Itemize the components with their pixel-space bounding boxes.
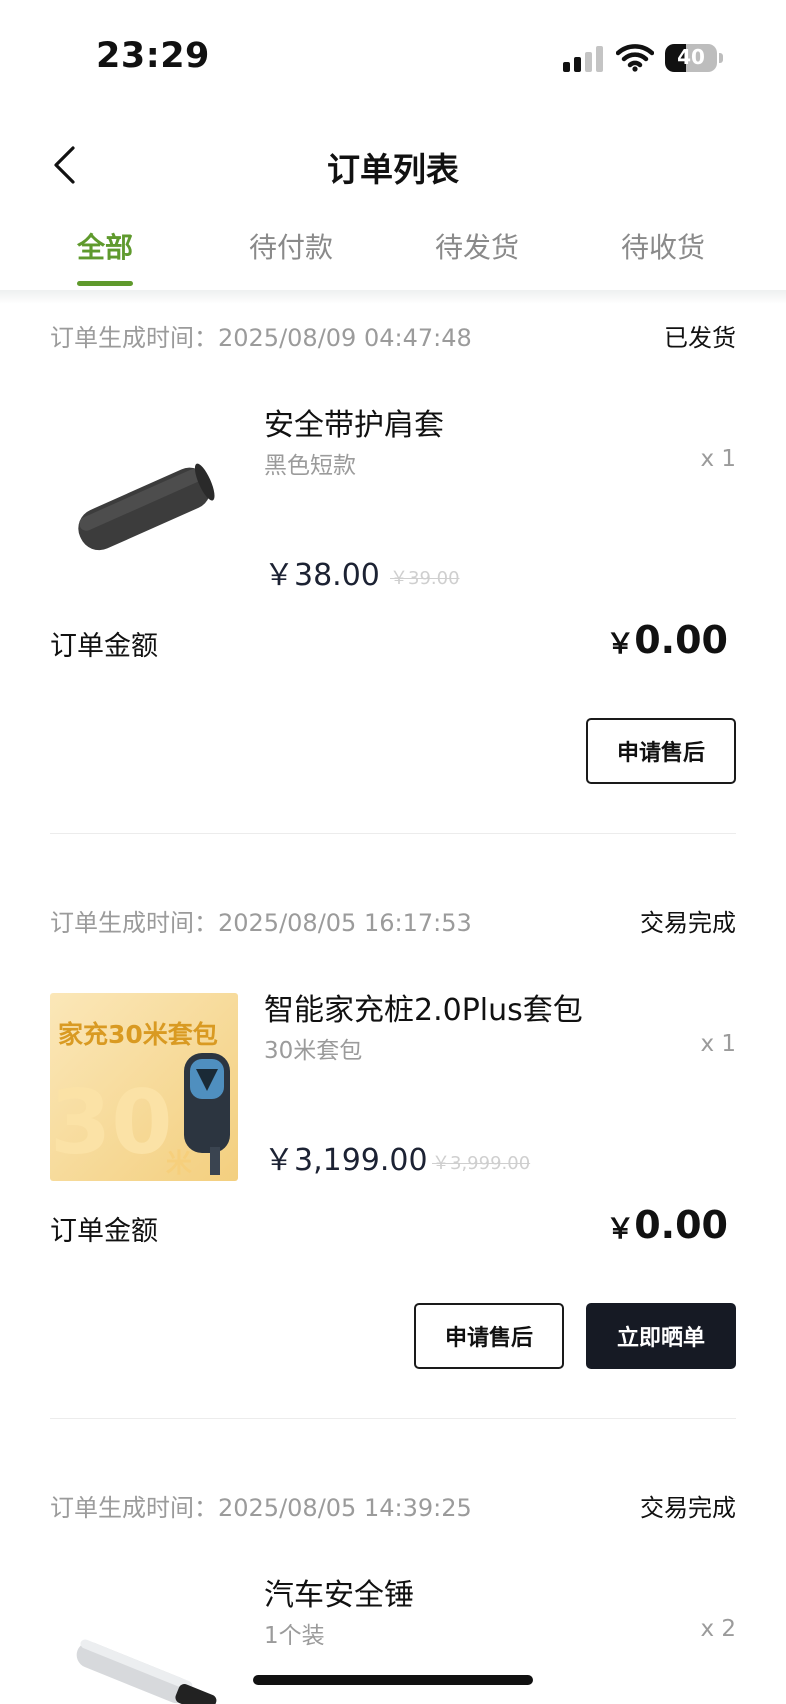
product-name: 安全带护肩套 [264,408,444,443]
order-divider [50,1418,736,1419]
home-indicator [253,1675,533,1685]
signal-icon [563,46,605,72]
image-banner-text: 家充30米套包 [58,1020,218,1049]
amount-value: ￥0.00 [606,1203,728,1247]
amount-value: ￥0.00 [606,618,728,662]
order-amount-row: 订单金额 ￥0.00 [50,1203,736,1263]
product-quantity: x 1 [700,446,736,472]
amount-label: 订单金额 [50,631,158,662]
battery-icon: 40 [665,44,717,72]
order-card: 订单生成时间：2025/08/05 14:39:25 交易完成 汽车安全锤 1个… [50,1488,736,1704]
page-title: 订单列表 [327,150,459,189]
order-amount-row: 订单金额 ￥0.00 [50,618,736,678]
amount-label: 订单金额 [50,1216,158,1247]
product-quantity: x 2 [700,1616,736,1642]
status-bar: 23:29 40 [0,0,786,110]
charger-icon [184,1053,230,1175]
product-image [50,408,238,596]
order-header: 订单生成时间：2025/08/05 16:17:53 交易完成 [50,903,736,943]
order-divider [50,833,736,834]
wifi-icon [615,42,655,72]
battery-cap [719,53,723,63]
amount-number: 0.00 [634,618,728,662]
order-status: 交易完成 [640,1494,736,1522]
order-time: 订单生成时间：2025/08/09 04:47:48 [50,324,472,352]
amount-currency: ￥ [606,627,635,660]
tab-pending-payment[interactable]: 待付款 [221,226,361,266]
product-name: 汽车安全锤 [264,1578,414,1613]
order-status: 交易完成 [640,909,736,937]
order-card: 订单生成时间：2025/08/09 04:47:48 已发货 安全带护肩套 黑色… [50,318,736,786]
share-review-button[interactable]: 立即晒单 [586,1303,736,1369]
tab-indicator [77,281,133,286]
tab-all[interactable]: 全部 [35,226,175,266]
amount-number: 0.00 [634,1203,728,1247]
order-status: 已发货 [664,324,736,352]
product-spec: 黑色短款 [264,453,356,479]
order-tabs: 全部 待付款 待发货 待收货 [0,222,786,290]
order-header: 订单生成时间：2025/08/05 14:39:25 交易完成 [50,1488,736,1528]
product-original-price: ￥39.00 [390,568,460,589]
product-spec: 1个装 [264,1623,325,1649]
order-time: 订单生成时间：2025/08/05 16:17:53 [50,909,472,937]
product-image: 家充30米套包 30 米 [50,993,238,1181]
status-time: 23:29 [96,36,210,76]
after-sales-button[interactable]: 申请售后 [414,1303,564,1369]
product-price: ￥3,199.00 [264,1143,428,1178]
order-time: 订单生成时间：2025/08/05 14:39:25 [50,1494,472,1522]
order-header: 订单生成时间：2025/08/09 04:47:48 已发货 [50,318,736,358]
product-item[interactable]: 家充30米套包 30 米 智能家充桩2.0Plus套包 30米套包 x 1 ￥3… [50,963,736,1183]
product-original-price: ￥3,999.00 [432,1153,531,1174]
product-spec: 30米套包 [264,1038,363,1064]
product-item[interactable]: 安全带护肩套 黑色短款 x 1 ￥38.00 ￥39.00 [50,378,736,598]
product-image [50,1578,238,1704]
product-price: ￥38.00 [264,558,380,593]
order-actions: 申请售后 [50,718,736,786]
product-quantity: x 1 [700,1031,736,1057]
tab-pending-shipment[interactable]: 待发货 [407,226,547,266]
battery-percent: 40 [677,45,705,69]
order-actions: 申请售后 立即晒单 [50,1303,736,1371]
image-big-number: 30 [50,1071,173,1174]
after-sales-button[interactable]: 申请售后 [586,718,736,784]
tab-pending-receipt[interactable]: 待收货 [593,226,733,266]
order-card: 订单生成时间：2025/08/05 16:17:53 交易完成 家充30米套包 … [50,903,736,1371]
product-name: 智能家充桩2.0Plus套包 [264,993,583,1028]
tabs-shadow [0,290,786,304]
amount-currency: ￥ [606,1212,635,1245]
